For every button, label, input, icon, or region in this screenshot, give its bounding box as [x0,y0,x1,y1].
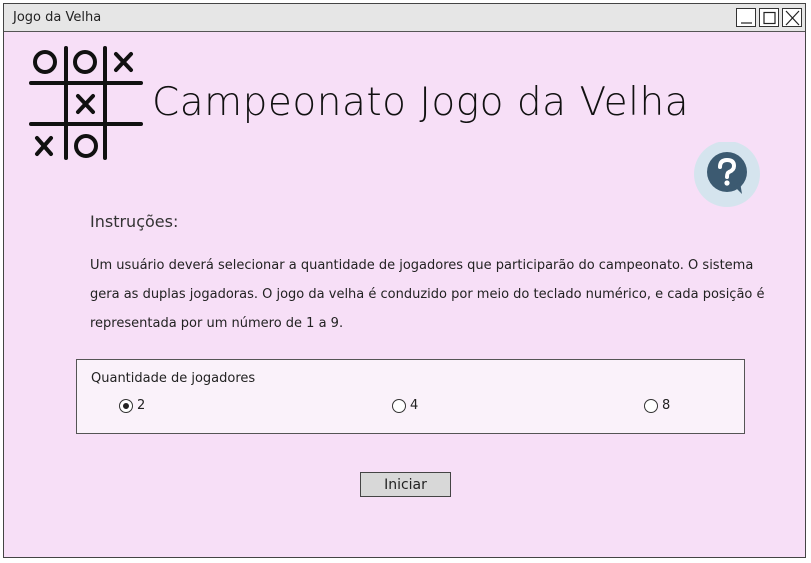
help-button[interactable] [694,141,762,214]
players-groupbox: Quantidade de jogadores 2 4 8 [76,359,745,434]
tic-tac-toe-board-icon [29,46,145,166]
minimize-icon [741,22,752,24]
app-window: Jogo da Velha Campeonato Jogo da Velha I… [3,3,806,558]
radio-label: 2 [137,398,146,413]
start-button[interactable]: Iniciar [360,472,451,497]
maximize-icon [763,11,776,25]
close-button[interactable] [782,8,802,27]
minimize-button[interactable] [736,8,756,27]
radio-label: 4 [410,398,419,413]
page-title: Campeonato Jogo da Velha [152,80,690,125]
radio-button[interactable] [119,398,133,413]
radio-button[interactable] [644,398,658,413]
instructions-heading: Instruções: [90,212,179,231]
window-title: Jogo da Velha [13,10,102,25]
radio-button[interactable] [392,398,406,413]
question-icon [694,141,760,207]
close-icon [785,10,800,26]
instructions-text: Um usuário deverá selecionar a quantidad… [90,258,765,331]
radio-option-2[interactable]: 2 [119,398,145,413]
players-label: Quantidade de jogadores [91,371,256,386]
radio-label: 8 [662,398,671,413]
radio-option-4[interactable]: 4 [392,398,418,413]
maximize-button[interactable] [759,8,779,27]
radio-option-8[interactable]: 8 [644,398,670,413]
title-bar: Jogo da Velha [4,4,805,32]
